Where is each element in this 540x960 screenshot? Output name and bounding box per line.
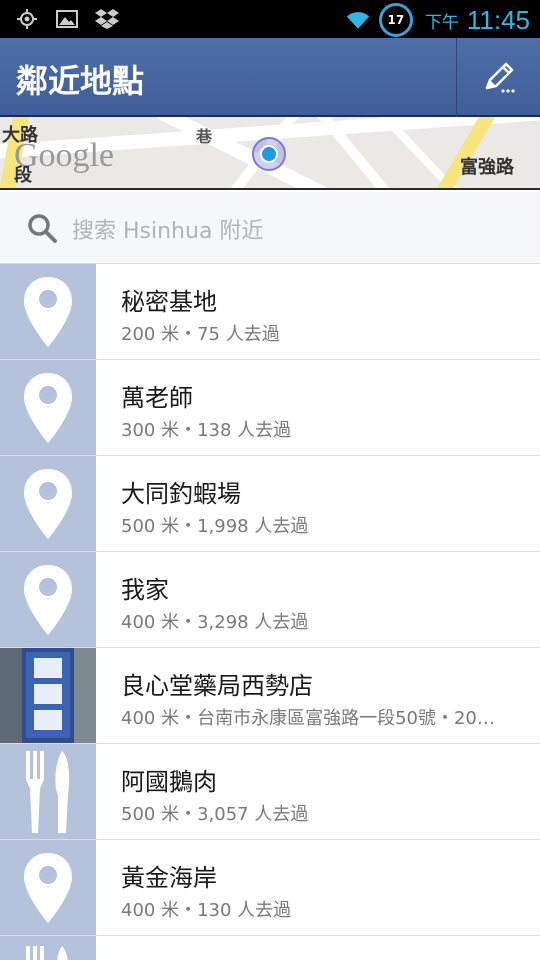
fork-knife-icon — [26, 750, 70, 833]
place-details: 400 米・台南市永康區富強路一段50號・20… — [121, 708, 495, 729]
clock-ampm: 下午 — [424, 12, 459, 33]
place-row[interactable]: 阿國鵝肉 500 米・3,057 人去過 — [0, 744, 540, 840]
map-pin-icon — [24, 276, 72, 347]
place-thumbnail — [0, 360, 96, 455]
dropbox-icon — [94, 6, 120, 32]
image-icon — [54, 6, 80, 32]
storefront-photo — [0, 648, 96, 743]
place-thumbnail — [0, 552, 96, 647]
battery-indicator: 17 — [378, 3, 413, 37]
place-row[interactable]: 大同釣蝦場 500 米・1,998 人去過 — [0, 456, 540, 552]
fork-knife-icon — [26, 946, 68, 960]
action-bar: 鄰近地點 — [0, 38, 540, 117]
place-name: 阿國鵝肉 — [121, 768, 217, 796]
place-row[interactable]: 我家 400 米・3,298 人去過 — [0, 552, 540, 648]
place-row[interactable]: 良心堂藥局西勢店 400 米・台南市永康區富強路一段50號・20… — [0, 648, 540, 744]
map-pin-icon — [24, 468, 72, 539]
status-bar: 17 下午 11:45 — [0, 0, 540, 38]
place-details: 300 米・138 人去過 — [121, 420, 292, 441]
place-thumbnail — [0, 456, 96, 551]
road-label: 富強路 — [460, 157, 514, 178]
search-input[interactable]: 搜索 Hsinhua 附近 — [72, 213, 263, 245]
place-details: 200 米・75 人去過 — [121, 324, 280, 345]
search-icon — [26, 212, 58, 248]
place-name: 萬老師 — [121, 384, 193, 412]
place-details: 400 米・130 人去過 — [121, 900, 292, 921]
map-pin-icon — [24, 852, 72, 923]
road-label: 大路 — [2, 125, 38, 146]
place-name: 秘密基地 — [121, 288, 217, 316]
clock-time: 11:45 — [466, 4, 530, 35]
place-row[interactable]: 萬老師 300 米・138 人去過 — [0, 360, 540, 456]
current-location-marker — [252, 137, 286, 171]
road-label: 巷 — [196, 127, 213, 146]
place-details: 500 米・1,998 人去過 — [121, 516, 309, 537]
place-thumbnail — [0, 840, 96, 935]
search-bar[interactable]: 搜索 Hsinhua 附近 — [0, 192, 540, 264]
places-list: 秘密基地 200 米・75 人去過 萬老師 300 米・138 人去過 大同釣蝦… — [0, 264, 540, 960]
gps-icon — [14, 6, 40, 32]
place-name: 我家 — [121, 576, 169, 604]
place-details: 400 米・3,298 人去過 — [121, 612, 309, 633]
place-name: 黃金海岸 — [121, 864, 217, 892]
road-label: 段 — [14, 165, 32, 186]
map-view[interactable]: Google 大路 段 巷 富強路 — [0, 117, 540, 190]
place-details: 500 米・3,057 人去過 — [121, 804, 309, 825]
page-title: 鄰近地點 — [16, 62, 145, 100]
pencil-icon — [485, 62, 515, 93]
map-pin-icon — [24, 372, 72, 443]
place-row[interactable]: 秘密基地 200 米・75 人去過 — [0, 264, 540, 360]
place-name: 良心堂藥局西勢店 — [121, 672, 313, 700]
place-photo — [0, 648, 96, 743]
place-thumbnail — [0, 264, 96, 359]
place-name: 大同釣蝦場 — [121, 480, 241, 508]
place-row[interactable]: 黃金海岸 400 米・130 人去過 — [0, 840, 540, 936]
wifi-icon — [345, 7, 371, 33]
place-row-partial[interactable] — [0, 936, 540, 960]
place-thumbnail — [0, 936, 96, 960]
map-pin-icon — [24, 564, 72, 635]
compose-button[interactable] — [457, 38, 540, 117]
place-thumbnail — [0, 744, 96, 839]
